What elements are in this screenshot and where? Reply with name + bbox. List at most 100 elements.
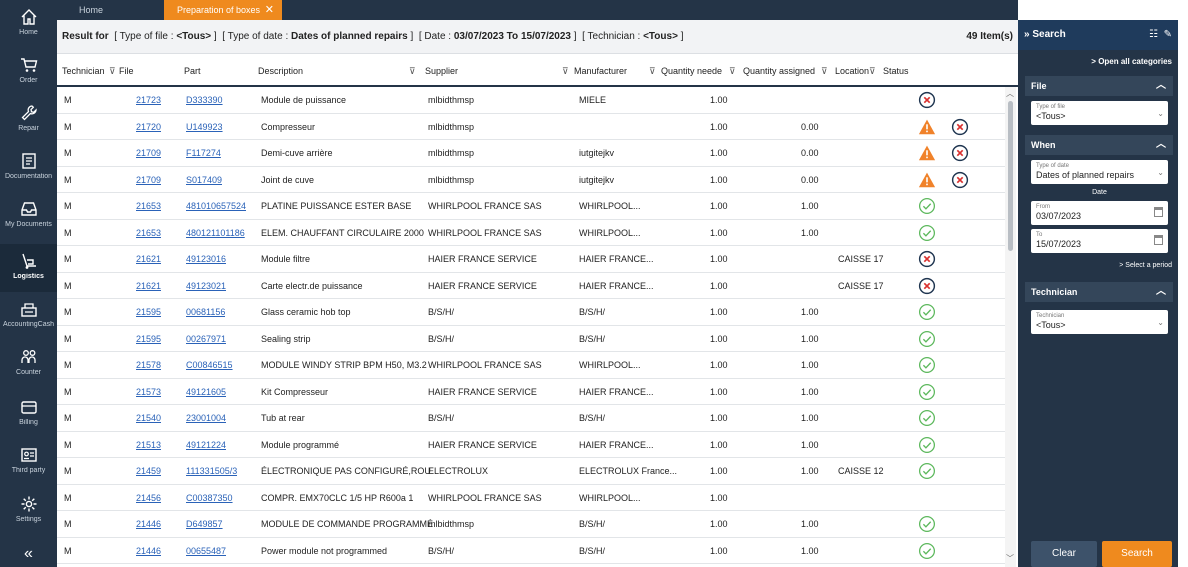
scrollbar-thumb[interactable] — [1008, 101, 1013, 251]
col-qty-needed[interactable]: ⊽ Quantity neede — [649, 55, 722, 87]
nav-item-settings[interactable]: Settings — [0, 487, 57, 535]
nav-item-order[interactable]: Order — [0, 48, 57, 96]
cell-file[interactable]: 21578 — [136, 352, 161, 378]
col-status[interactable]: ⊽ Status — [869, 55, 909, 87]
cell-part[interactable]: C00846515 — [186, 352, 233, 378]
table-row[interactable]: M 21621 49123021 Carte electr.de puissance H… — [57, 273, 1007, 299]
cell-file[interactable]: 21653 — [136, 220, 161, 246]
table-row[interactable]: M 21653 481010657524 PLATINE PUISSANCE ESTE… — [57, 193, 1007, 220]
collapse-nav-icon[interactable]: « — [0, 540, 57, 567]
nav-item-accountingcash[interactable]: AccountingCash — [0, 292, 57, 340]
cell-part[interactable]: D333390 — [186, 87, 223, 113]
scroll-up-icon[interactable]: ︿ — [1006, 88, 1014, 99]
table-row[interactable]: M 21459 111331505/3 ÉLECTRONIQUE PAS CONFIG… — [57, 458, 1007, 485]
cell-part[interactable]: 00655487 — [186, 538, 226, 564]
tab-home[interactable]: Home — [71, 0, 111, 20]
date-from-field[interactable]: From 03/07/2023 — [1031, 201, 1168, 225]
col-part[interactable]: Part — [184, 55, 201, 87]
cell-file[interactable]: 21459 — [136, 458, 161, 484]
cell-part[interactable]: D649857 — [186, 511, 223, 537]
cell-part[interactable]: 49121224 — [186, 432, 226, 458]
remove-cancel-icon[interactable] — [951, 171, 969, 189]
col-supplier[interactable]: Supplier — [425, 55, 458, 87]
cell-file[interactable]: 21653 — [136, 193, 161, 219]
nav-item-documentation[interactable]: Documentation — [0, 144, 57, 192]
technician-select[interactable]: Technician <Tous> ⌄ — [1031, 310, 1168, 334]
section-when[interactable]: When ︿ — [1025, 135, 1173, 155]
cell-file[interactable]: 21446 — [136, 538, 161, 564]
col-manufacturer[interactable]: ⊽ Manufacturer — [562, 55, 627, 87]
tab-preparation-of-boxes[interactable]: Preparation of boxes ✕ — [164, 0, 282, 20]
calendar-icon[interactable] — [1154, 235, 1163, 245]
nav-item-billing[interactable]: Billing — [0, 390, 57, 438]
filter-icon[interactable]: ⊽ — [869, 55, 876, 87]
cell-part[interactable]: 00681156 — [186, 299, 225, 325]
cell-file[interactable]: 21446 — [136, 511, 161, 537]
cell-file[interactable]: 21621 — [136, 246, 161, 272]
type-of-file-select[interactable]: Type of file <Tous> ⌄ — [1031, 101, 1168, 125]
filter-icon[interactable]: ⊽ — [562, 55, 569, 87]
cell-part[interactable]: U149923 — [186, 114, 223, 140]
table-row[interactable]: M 21573 49121605 Kit Compresseur HAIER FRANC… — [57, 379, 1007, 405]
nav-item-counter[interactable]: Counter — [0, 340, 57, 388]
nav-item-third-party[interactable]: Third party — [0, 438, 57, 486]
table-row[interactable]: M 21446 00655487 Power module not programme… — [57, 538, 1007, 564]
table-row[interactable]: M 21595 00681156 Glass ceramic hob top B/S/H… — [57, 299, 1007, 326]
section-file[interactable]: File ︿ — [1025, 76, 1173, 96]
search-button[interactable]: Search — [1102, 541, 1172, 567]
cell-file[interactable]: 21595 — [136, 299, 161, 325]
expand-panel-icon[interactable]: » — [1024, 29, 1030, 40]
cell-part[interactable]: 23001004 — [186, 405, 226, 431]
filter-icon[interactable]: ⊽ — [649, 55, 656, 87]
col-description[interactable]: Description ⊽ — [258, 55, 416, 87]
cell-part[interactable]: 00267971 — [186, 326, 226, 352]
cell-part[interactable]: 481010657524 — [186, 193, 246, 219]
col-qty-assigned[interactable]: ⊽ Quantity assigned — [729, 55, 815, 87]
cell-file[interactable]: 21709 — [136, 140, 161, 166]
nav-item-my-documents[interactable]: My Documents — [0, 192, 57, 240]
table-row[interactable]: M 21446 D649857 MODULE DE COMMANDE PROGRAMM… — [57, 511, 1007, 538]
cell-part[interactable]: C00387350 — [186, 485, 233, 511]
cell-part[interactable]: 49121605 — [186, 379, 226, 405]
table-row[interactable]: M 21709 S017409 Joint de cuve mlbidthmsp iutg… — [57, 167, 1007, 193]
cell-part[interactable]: 49123016 — [186, 246, 226, 272]
table-row[interactable]: M 21723 D333390 Module de puissance mlbidthm… — [57, 87, 1007, 114]
filter-icon[interactable]: ⊽ — [109, 55, 116, 87]
filter-icon[interactable]: ⊽ — [821, 55, 828, 87]
table-row[interactable]: M 21540 23001004 Tub at rear B/S/H/B/S/H/1.0… — [57, 405, 1007, 432]
table-row[interactable]: M 21709 F117274 Demi-cuve arrière mlbidthmsp… — [57, 140, 1007, 167]
cell-file[interactable]: 21709 — [136, 167, 161, 193]
open-all-categories-link[interactable]: > Open all categories — [1091, 57, 1172, 66]
cell-file[interactable]: 21573 — [136, 379, 161, 405]
cell-file[interactable]: 21456 — [136, 485, 161, 511]
close-tab-icon[interactable]: ✕ — [265, 0, 274, 20]
pin-icon[interactable]: ✎ — [1164, 29, 1172, 40]
filter-settings-icon[interactable]: ☷ — [1149, 29, 1158, 40]
table-row[interactable]: M 21578 C00846515 MODULE WINDY STRIP BPM H5… — [57, 352, 1007, 379]
cell-file[interactable]: 21595 — [136, 326, 161, 352]
col-location[interactable]: ⊽ Location — [821, 55, 869, 87]
remove-cancel-icon[interactable] — [951, 144, 969, 162]
table-row[interactable]: M 21595 00267971 Sealing strip B/S/H/B/S/H/1… — [57, 326, 1007, 352]
scroll-down-icon[interactable]: ﹀ — [1006, 553, 1014, 564]
remove-cancel-icon[interactable] — [951, 118, 969, 136]
nav-item-logistics[interactable]: Logistics — [0, 244, 57, 292]
cell-file[interactable]: 21723 — [136, 87, 161, 113]
cell-file[interactable]: 21720 — [136, 114, 161, 140]
table-scrollbar[interactable]: ︿ ﹀ — [1005, 87, 1016, 567]
clear-button[interactable]: Clear — [1031, 541, 1097, 567]
table-row[interactable]: M 21720 U149923 Compresseur mlbidthmsp 1.00 0.… — [57, 114, 1007, 140]
calendar-icon[interactable] — [1154, 207, 1163, 217]
select-period-link[interactable]: > Select a period — [1119, 262, 1172, 269]
nav-item-repair[interactable]: Repair — [0, 96, 57, 144]
cell-part[interactable]: 480121101186 — [186, 220, 245, 246]
cell-part[interactable]: F117274 — [186, 140, 221, 166]
section-technician[interactable]: Technician ︿ — [1025, 282, 1173, 302]
col-technician[interactable]: Technician ⊽ — [62, 55, 116, 87]
filter-icon[interactable]: ⊽ — [729, 55, 736, 87]
table-row[interactable]: M 21513 49121224 Module programmé HAIER FRAN… — [57, 432, 1007, 458]
col-file[interactable]: File — [119, 55, 134, 87]
cell-file[interactable]: 21540 — [136, 405, 161, 431]
filter-icon[interactable]: ⊽ — [409, 55, 416, 87]
table-row[interactable]: M 21456 C00387350 COMPR. EMX70CLC 1/5 HP R6… — [57, 485, 1007, 511]
